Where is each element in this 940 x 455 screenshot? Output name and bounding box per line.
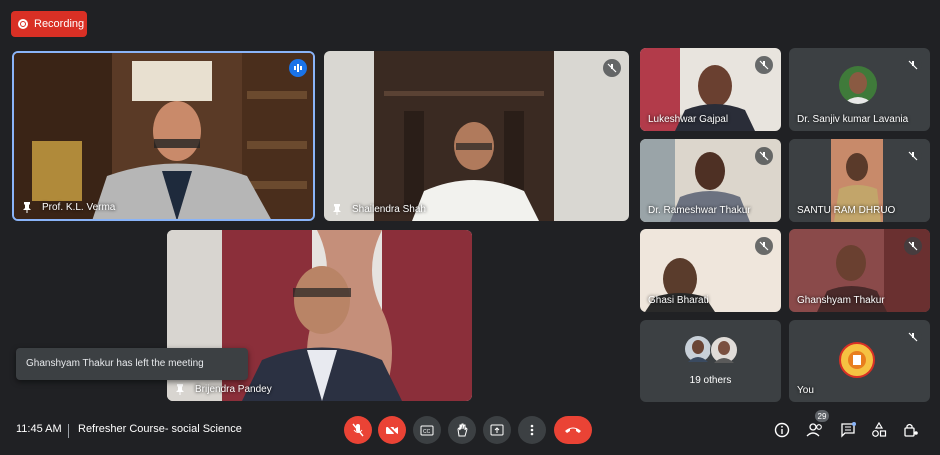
participant-name: Brijendra Pandey: [195, 384, 272, 395]
hang-up-icon: [565, 427, 581, 433]
raise-hand-button[interactable]: [448, 416, 476, 444]
muted-mic-icon: [904, 56, 922, 74]
speaking-indicator-icon: [289, 59, 307, 77]
people-icon: [806, 423, 822, 437]
video-tile-shah[interactable]: Shailendra Shah: [324, 51, 629, 221]
muted-mic-icon: [603, 59, 621, 77]
muted-mic-icon: [904, 237, 922, 255]
video-tile-dhruo[interactable]: SANTU RAM DHRUO: [789, 139, 930, 222]
video-tile-verma[interactable]: Prof. K.L. Verma: [12, 51, 315, 221]
video-tile-ghanshyam[interactable]: Ghanshyam Thakur: [789, 229, 930, 312]
pin-icon[interactable]: [332, 204, 342, 215]
bottom-control-bar: 11:45 AM Refresher Course- social Scienc…: [0, 410, 940, 455]
self-avatar-logo: [839, 342, 875, 378]
notification-toast: Ghanshyam Thakur has left the meeting: [16, 348, 248, 380]
present-screen-button[interactable]: [483, 416, 511, 444]
participant-video: [14, 53, 313, 219]
more-vert-icon: [530, 424, 534, 436]
pin-icon[interactable]: [175, 384, 185, 395]
recording-indicator[interactable]: Recording: [11, 11, 87, 37]
svg-text:CC: CC: [423, 429, 431, 435]
lock-person-icon: [904, 423, 918, 437]
avatar: [710, 336, 738, 364]
others-tile[interactable]: 19 others: [640, 320, 781, 402]
others-count: 19 others: [689, 375, 732, 386]
activities-icon: [872, 422, 887, 437]
muted-mic-icon: [904, 328, 922, 346]
video-tile-rameshwar[interactable]: Dr. Rameshwar Thakur: [640, 139, 781, 222]
video-tile-gajpal[interactable]: Lukeshwar Gajpal: [640, 48, 781, 131]
participant-name: Dr. Sanjiv kumar Lavania: [797, 114, 909, 125]
participants-button[interactable]: [805, 420, 825, 440]
muted-mic-icon: [755, 56, 773, 74]
participant-name: Prof. K.L. Verma: [42, 202, 116, 213]
camera-off-icon: [385, 423, 399, 437]
participant-name: Ghasi Bharati: [648, 295, 709, 306]
participant-count-badge: 29: [815, 410, 829, 422]
video-tile-bharati[interactable]: Ghasi Bharati: [640, 229, 781, 312]
participant-name: Dr. Rameshwar Thakur: [648, 205, 751, 216]
chat-icon: [841, 422, 856, 438]
muted-mic-icon: [755, 237, 773, 255]
self-view-tile[interactable]: You: [789, 320, 930, 402]
more-options-button[interactable]: [518, 416, 546, 444]
captions-icon: CC: [420, 425, 434, 436]
avatar: [685, 336, 711, 362]
pin-icon[interactable]: [22, 202, 32, 213]
participant-name: You: [797, 385, 814, 396]
mic-off-icon: [352, 423, 364, 437]
avatar: [839, 66, 877, 104]
participant-name: Lukeshwar Gajpal: [648, 114, 729, 125]
hand-icon: [457, 423, 468, 437]
present-icon: [490, 424, 504, 436]
participant-name: SANTU RAM DHRUO: [797, 205, 896, 216]
captions-button[interactable]: CC: [413, 416, 441, 444]
info-icon: [774, 422, 790, 438]
participant-video: [324, 51, 629, 221]
muted-mic-icon: [755, 147, 773, 165]
recording-label: Recording: [34, 18, 85, 30]
meeting-details-button[interactable]: [772, 420, 792, 440]
activities-button[interactable]: [869, 420, 889, 440]
video-tile-lavania[interactable]: Dr. Sanjiv kumar Lavania: [789, 48, 930, 131]
meeting-title: Refresher Course- social Science: [78, 423, 242, 435]
chat-button[interactable]: [838, 420, 858, 440]
leave-call-button[interactable]: [554, 416, 592, 444]
muted-mic-icon: [904, 147, 922, 165]
camera-toggle-button[interactable]: [378, 416, 406, 444]
participant-name: Shailendra Shah: [352, 204, 426, 215]
record-icon: [18, 19, 28, 29]
host-controls-button[interactable]: [901, 420, 921, 440]
mic-toggle-button[interactable]: [344, 416, 372, 444]
divider: [68, 424, 69, 438]
participant-name: Ghanshyam Thakur: [797, 295, 885, 306]
clock-time: 11:45 AM: [16, 423, 62, 435]
